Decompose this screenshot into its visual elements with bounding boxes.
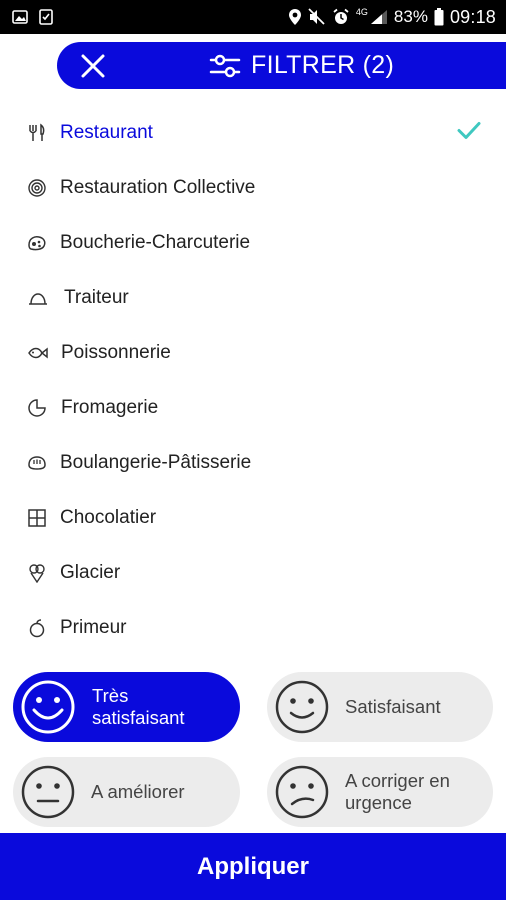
category-label: Boulangerie-Pâtisserie: [60, 451, 252, 473]
gallery-notification-icon: [12, 9, 28, 25]
close-icon: [81, 54, 105, 78]
category-label: Glacier: [60, 561, 121, 583]
category-item-poissonnerie[interactable]: Poissonnerie: [0, 325, 506, 380]
category-label: Poissonnerie: [61, 341, 171, 363]
mute-icon: [308, 8, 326, 26]
target-icon: [27, 178, 47, 198]
rating-label: Satisfaisant: [345, 696, 441, 717]
smile-face-icon: [273, 678, 331, 736]
category-label: Boucherie-Charcuterie: [60, 231, 251, 253]
clock: 09:18: [449, 6, 496, 27]
category-list: Restaurant Restauration Collective Bouch…: [0, 105, 506, 655]
location-icon: [288, 8, 302, 26]
category-item-restaurant[interactable]: Restaurant: [0, 105, 506, 160]
checklist-notification-icon: [38, 9, 54, 25]
battery-icon: [434, 8, 444, 26]
category-label: Fromagerie: [61, 396, 159, 418]
cheese-icon: [27, 398, 47, 418]
rating-satisfaisant-button[interactable]: Satisfaisant: [267, 672, 493, 742]
rating-label: A corriger en urgence: [345, 770, 450, 813]
category-label: Restaurant: [60, 121, 153, 143]
neutral-face-icon: [19, 763, 77, 821]
category-item-boulangerie-patisserie[interactable]: Boulangerie-Pâtisserie: [0, 435, 506, 490]
fork-knife-icon: [27, 122, 47, 143]
sad-face-icon: [273, 763, 331, 821]
ice-cream-icon: [27, 563, 47, 583]
apply-button[interactable]: Appliquer: [0, 833, 506, 900]
category-item-fromagerie[interactable]: Fromagerie: [0, 380, 506, 435]
filter-title: FILTRER (2): [209, 42, 394, 89]
very-happy-face-icon: [19, 678, 77, 736]
signal-icon: [370, 9, 388, 25]
category-label: Restauration Collective: [60, 176, 256, 198]
sliders-icon: [209, 54, 241, 77]
category-item-traiteur[interactable]: Traiteur: [0, 270, 506, 325]
battery-percent: 83%: [393, 7, 428, 26]
rating-label: A améliorer: [91, 781, 185, 802]
category-item-chocolatier[interactable]: Chocolatier: [0, 490, 506, 545]
category-label: Primeur: [60, 616, 127, 638]
fish-icon: [27, 343, 48, 363]
category-label: Traiteur: [64, 286, 129, 308]
network-4g-label: 4G: [355, 7, 368, 17]
bread-icon: [27, 453, 47, 473]
rating-a-corriger-button[interactable]: A corriger en urgence: [267, 757, 493, 827]
fruit-icon: [27, 618, 47, 638]
close-button[interactable]: [79, 52, 107, 80]
rating-a-ameliorer-button[interactable]: A améliorer: [13, 757, 240, 827]
cloche-icon: [27, 288, 47, 308]
category-item-restauration-collective[interactable]: Restauration Collective: [0, 160, 506, 215]
chocolate-bar-icon: [27, 508, 47, 528]
filter-header: FILTRER (2): [57, 42, 506, 89]
category-label: Chocolatier: [60, 506, 157, 528]
meat-icon: [27, 233, 47, 253]
rating-tres-satisfaisant-button[interactable]: Très satisfaisant: [13, 672, 240, 742]
status-bar: 4G 83% 09:18: [0, 0, 506, 34]
check-icon: [457, 120, 481, 145]
category-item-glacier[interactable]: Glacier: [0, 545, 506, 600]
alarm-icon: [332, 8, 350, 26]
category-item-boucherie-charcuterie[interactable]: Boucherie-Charcuterie: [0, 215, 506, 270]
rating-label: Très satisfaisant: [92, 685, 185, 728]
filter-title-text: FILTRER (2): [251, 51, 395, 79]
category-item-primeur[interactable]: Primeur: [0, 600, 506, 655]
